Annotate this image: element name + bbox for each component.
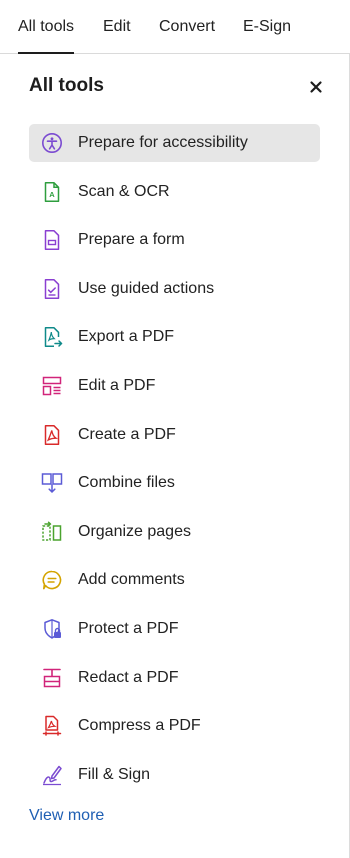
scan-ocr-icon: A	[41, 181, 63, 203]
tool-scan-ocr[interactable]: A Scan & OCR	[29, 173, 320, 211]
tool-prepare-for-accessibility[interactable]: Prepare for accessibility	[29, 124, 320, 162]
fill-sign-icon	[41, 764, 63, 786]
compress-icon	[41, 715, 63, 737]
tool-label: Compress a PDF	[78, 717, 201, 735]
edit-pdf-icon	[41, 375, 63, 397]
protect-icon	[41, 618, 63, 640]
tool-add-comments[interactable]: Add comments	[29, 561, 320, 599]
organize-pages-icon	[41, 521, 63, 543]
tool-label: Fill & Sign	[78, 765, 151, 783]
combine-files-icon	[41, 472, 63, 494]
tool-list: Prepare for accessibility A Scan & OCR P…	[29, 124, 320, 804]
tool-label: Add comments	[78, 571, 185, 589]
guided-actions-icon	[41, 278, 63, 300]
svg-text:A: A	[49, 190, 55, 199]
export-pdf-icon	[41, 326, 63, 348]
top-tab-bar: All tools Edit Convert E-Sign	[0, 0, 350, 54]
redact-icon	[41, 667, 63, 689]
tool-label: Use guided actions	[78, 279, 215, 297]
panel-title: All tools	[29, 75, 104, 96]
tool-label: Export a PDF	[78, 328, 175, 346]
tool-use-guided-actions[interactable]: Use guided actions	[29, 270, 320, 308]
tool-label: Scan & OCR	[78, 182, 170, 200]
tool-protect-a-pdf[interactable]: Protect a PDF	[29, 610, 320, 648]
tool-organize-pages[interactable]: Organize pages	[29, 513, 320, 551]
tool-label: Combine files	[78, 474, 175, 492]
tool-compress-a-pdf[interactable]: Compress a PDF	[29, 707, 320, 745]
tab-all-tools[interactable]: All tools	[18, 17, 75, 54]
accessibility-icon	[41, 132, 63, 154]
tool-label: Create a PDF	[78, 425, 176, 443]
tool-redact-a-pdf[interactable]: Redact a PDF	[29, 659, 320, 697]
form-icon	[41, 229, 63, 251]
tool-export-a-pdf[interactable]: Export a PDF	[29, 318, 320, 356]
tool-combine-files[interactable]: Combine files	[29, 464, 320, 502]
tool-label: Organize pages	[78, 522, 191, 540]
tool-label: Prepare a form	[78, 231, 185, 249]
tool-fill-and-sign[interactable]: Fill & Sign	[29, 756, 320, 794]
tab-convert[interactable]: Convert	[159, 17, 215, 37]
tool-prepare-a-form[interactable]: Prepare a form	[29, 221, 320, 259]
comment-icon	[41, 569, 63, 591]
close-icon[interactable]	[305, 76, 327, 98]
tool-edit-a-pdf[interactable]: Edit a PDF	[29, 367, 320, 405]
create-pdf-icon	[41, 424, 63, 446]
tab-edit[interactable]: Edit	[103, 17, 131, 37]
tool-label: Redact a PDF	[78, 668, 179, 686]
tool-label: Edit a PDF	[78, 376, 156, 394]
view-more-link[interactable]: View more	[29, 806, 104, 826]
tool-label: Prepare for accessibility	[78, 134, 248, 151]
tab-e-sign[interactable]: E-Sign	[243, 17, 291, 37]
tool-label: Protect a PDF	[78, 619, 179, 637]
tool-create-a-pdf[interactable]: Create a PDF	[29, 416, 320, 454]
